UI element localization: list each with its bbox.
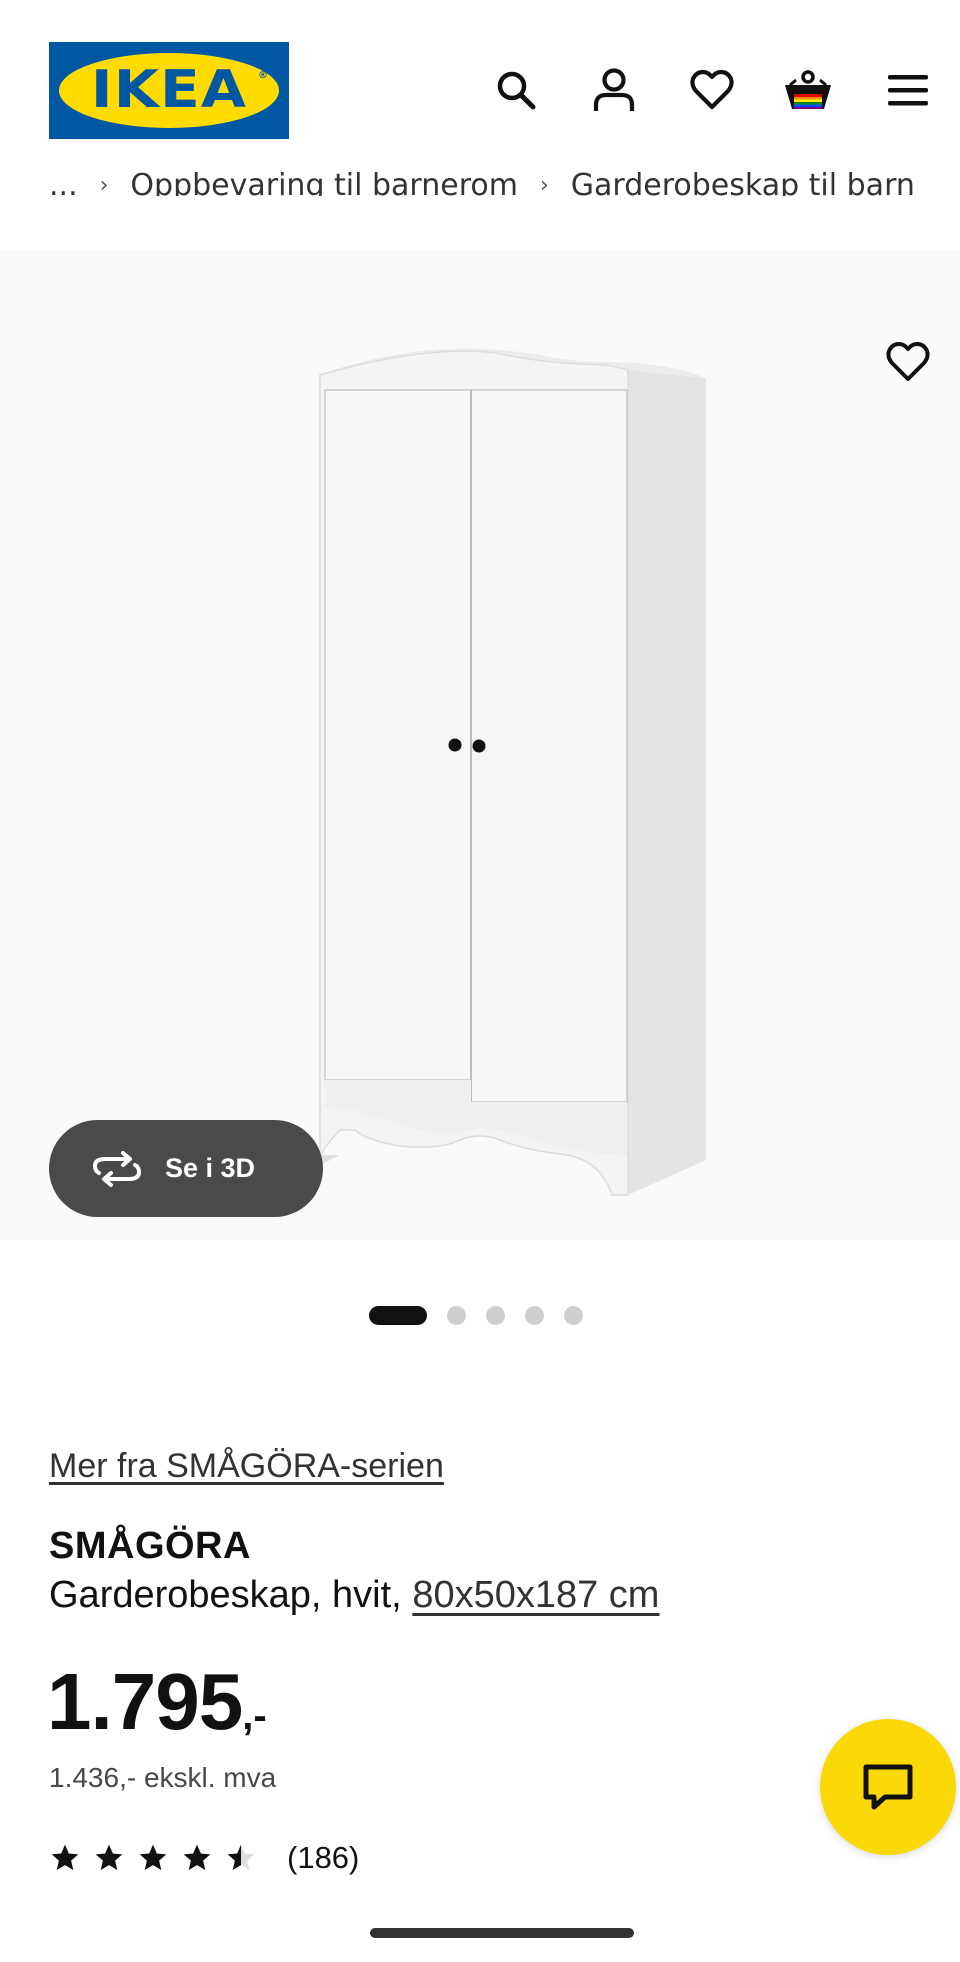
logo-text: IKEA [90, 60, 248, 120]
heart-icon [886, 342, 930, 381]
search-icon[interactable] [490, 62, 542, 118]
view-in-3d-label: Se i 3D [165, 1153, 256, 1183]
product-rating[interactable]: (186) [49, 1840, 359, 1876]
breadcrumb-separator: › [539, 173, 549, 196]
carousel-dot[interactable] [525, 1305, 544, 1325]
product-price: 1.795 ,- [47, 1656, 267, 1748]
image-carousel-indicator [0, 1304, 960, 1326]
product-description: Garderobeskap, hvit, 80x50x187 cm [49, 1574, 659, 1617]
price-amount: 1.795 [47, 1657, 243, 1746]
account-icon[interactable] [588, 62, 640, 118]
chat-bubble-icon [863, 1764, 913, 1810]
basket-icon[interactable] [782, 62, 834, 118]
product-dimensions-link[interactable]: 80x50x187 cm [412, 1574, 659, 1616]
rotate-3d-icon [92, 1150, 142, 1187]
menu-icon[interactable] [882, 62, 934, 118]
breadcrumb-item-ellipsis[interactable]: ... [49, 168, 78, 196]
product-name: SMÅGÖRA [49, 1525, 251, 1567]
view-in-3d-button[interactable]: Se i 3D [49, 1120, 323, 1217]
star-full-icon [139, 1844, 167, 1870]
breadcrumb-separator: › [99, 173, 109, 196]
chat-button[interactable] [820, 1719, 956, 1855]
top-header: IKEA ® [0, 0, 960, 180]
carousel-dot-active[interactable] [369, 1305, 427, 1325]
logo-registered-mark: ® [258, 70, 268, 81]
star-full-icon [95, 1844, 123, 1870]
carousel-dot[interactable] [447, 1305, 466, 1325]
review-count: (186) [287, 1840, 360, 1875]
breadcrumb-item-children-storage[interactable]: Oppbevaring til barnerom [130, 168, 518, 196]
series-link[interactable]: Mer fra SMÅGÖRA-serien [49, 1447, 444, 1486]
carousel-dot[interactable] [564, 1305, 583, 1325]
wardrobe-illustration [319, 348, 706, 1196]
save-to-wishlist-button[interactable] [876, 330, 940, 394]
star-half-icon [227, 1844, 255, 1870]
home-indicator [370, 1928, 634, 1938]
price-excluding-vat: 1.436,- ekskl. mva [49, 1762, 277, 1793]
star-full-icon [183, 1844, 211, 1870]
ikea-logo[interactable]: IKEA ® [49, 42, 289, 139]
heart-icon[interactable] [686, 62, 738, 118]
breadcrumb-item-children-wardrobes[interactable]: Garderobeskap til barn [571, 168, 915, 196]
star-full-icon [51, 1844, 79, 1870]
carousel-dot[interactable] [486, 1305, 505, 1325]
product-image[interactable] [0, 250, 960, 1240]
product-type-text: Garderobeskap, hvit, [49, 1574, 413, 1616]
price-suffix: ,- [242, 1694, 267, 1738]
breadcrumb: ... › Oppbevaring til barnerom › Gardero… [49, 160, 929, 196]
